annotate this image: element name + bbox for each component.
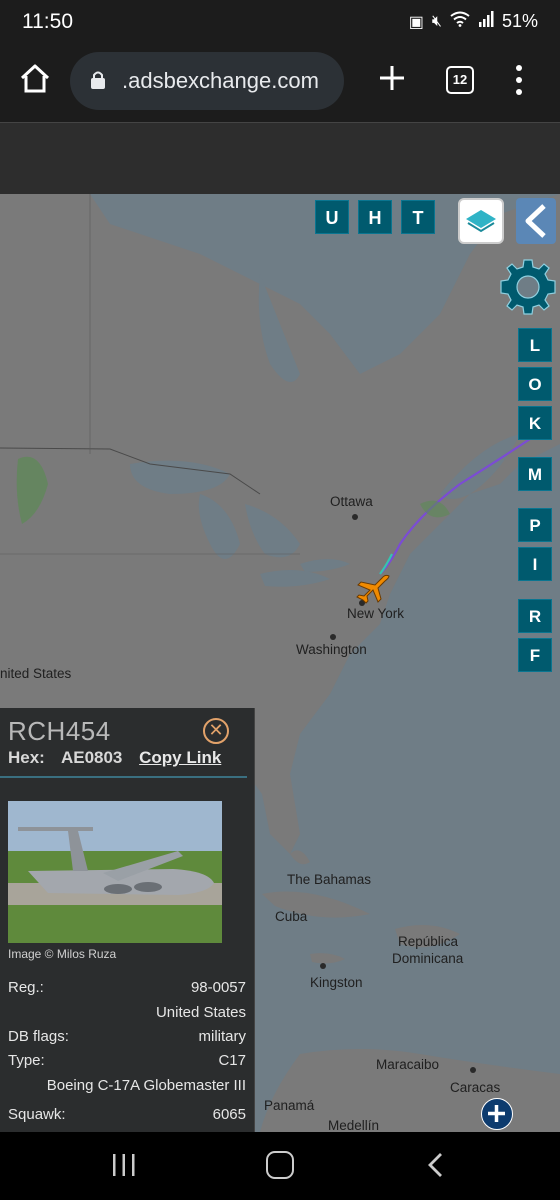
aircraft-info-panel: RCH454 ✕ Hex: AE0803 Copy Link Image © M… — [0, 708, 255, 1132]
field-key: DB flags: — [8, 1028, 69, 1045]
image-credit: Image © Milos Ruza — [8, 947, 117, 961]
map-label-panama: Panamá — [264, 1098, 315, 1113]
system-nav-bar — [0, 1132, 560, 1200]
signal-icon — [478, 11, 494, 32]
hex-value: AE0803 — [60, 748, 123, 767]
plus-circle-icon — [488, 1105, 505, 1122]
map-label-ottawa: Ottawa — [330, 494, 373, 509]
home-nav-icon[interactable] — [266, 1151, 294, 1179]
field-value: 98-0057 — [190, 979, 246, 996]
more-vert-icon[interactable] — [508, 60, 530, 100]
status-bar: 11:50 ▣ 🔇︎ 51% — [0, 0, 560, 46]
mute-icon: 🔇︎ — [431, 12, 442, 30]
field-value: Boeing C-17A Globemaster III — [46, 1077, 246, 1094]
button-l[interactable]: L — [518, 328, 552, 362]
aircraft-photo[interactable] — [8, 801, 222, 943]
sim-icon: ▣ — [408, 13, 424, 31]
battery-level: 51% — [501, 11, 538, 31]
field-value: 6065 — [212, 1106, 246, 1123]
button-i[interactable]: I — [518, 547, 552, 581]
status-icons: ▣ 🔇︎ 51% — [409, 11, 538, 32]
plus-icon[interactable] — [372, 58, 412, 98]
map-label-maracaibo: Maracaibo — [376, 1057, 440, 1072]
field-key: Squawk: — [8, 1106, 66, 1123]
map-label-washington: Washington — [296, 642, 367, 657]
button-m[interactable]: M — [518, 457, 552, 491]
hex-label: Hex: — [8, 748, 45, 767]
url-bar[interactable]: .adsbexchange.com — [70, 52, 344, 110]
field-value: C17 — [218, 1052, 246, 1069]
map-label-caracas: Caracas — [450, 1080, 501, 1095]
zoom-in-button[interactable] — [481, 1098, 513, 1130]
url-text: .adsbexchange.com — [122, 68, 319, 93]
button-k[interactable]: K — [518, 406, 552, 440]
layers-button[interactable] — [458, 198, 504, 244]
map-label-dominicana: Dominicana — [392, 951, 464, 966]
map-label-bahamas: The Bahamas — [287, 872, 372, 887]
copy-link[interactable]: Copy Link — [139, 748, 221, 767]
button-r[interactable]: R — [518, 599, 552, 633]
map-label-new-york: New York — [347, 606, 405, 621]
hex-row: Hex: AE0803 Copy Link — [8, 748, 221, 768]
field-value: United States — [155, 1004, 246, 1021]
map-label-cuba: Cuba — [275, 909, 308, 924]
panel-divider — [0, 776, 247, 778]
button-f[interactable]: F — [518, 638, 552, 672]
browser-toolbar: .adsbexchange.com 12 — [0, 46, 560, 122]
map-label-united-states: nited States — [0, 666, 72, 681]
home-icon[interactable] — [14, 58, 56, 100]
chevron-left-icon — [525, 204, 546, 238]
status-time: 11:50 — [22, 10, 73, 33]
tabs-count-button[interactable]: 12 — [446, 66, 474, 94]
collapse-sidebar-button[interactable] — [516, 198, 556, 244]
map-label-medellin: Medellín — [328, 1118, 380, 1132]
back-nav-icon[interactable] — [424, 1152, 448, 1178]
button-u[interactable]: U — [315, 200, 349, 234]
recents-icon[interactable] — [112, 1152, 136, 1178]
field-value: military — [198, 1028, 247, 1045]
field-key: Type: — [8, 1052, 45, 1069]
wifi-icon — [450, 11, 470, 32]
gear-icon[interactable] — [497, 256, 559, 318]
ad-banner — [0, 122, 560, 194]
button-h[interactable]: H — [358, 200, 392, 234]
button-o[interactable]: O — [518, 367, 552, 401]
aircraft-icon[interactable] — [355, 572, 391, 604]
button-t[interactable]: T — [401, 200, 435, 234]
aircraft-callsign: RCH454 — [8, 716, 111, 746]
layers-icon — [466, 210, 496, 233]
map-label-republica: República — [398, 934, 459, 949]
field-key: Reg.: — [8, 979, 44, 996]
lock-icon — [91, 71, 105, 89]
map-label-kingston: Kingston — [310, 975, 363, 990]
button-p[interactable]: P — [518, 508, 552, 542]
close-icon[interactable]: ✕ — [203, 718, 229, 744]
